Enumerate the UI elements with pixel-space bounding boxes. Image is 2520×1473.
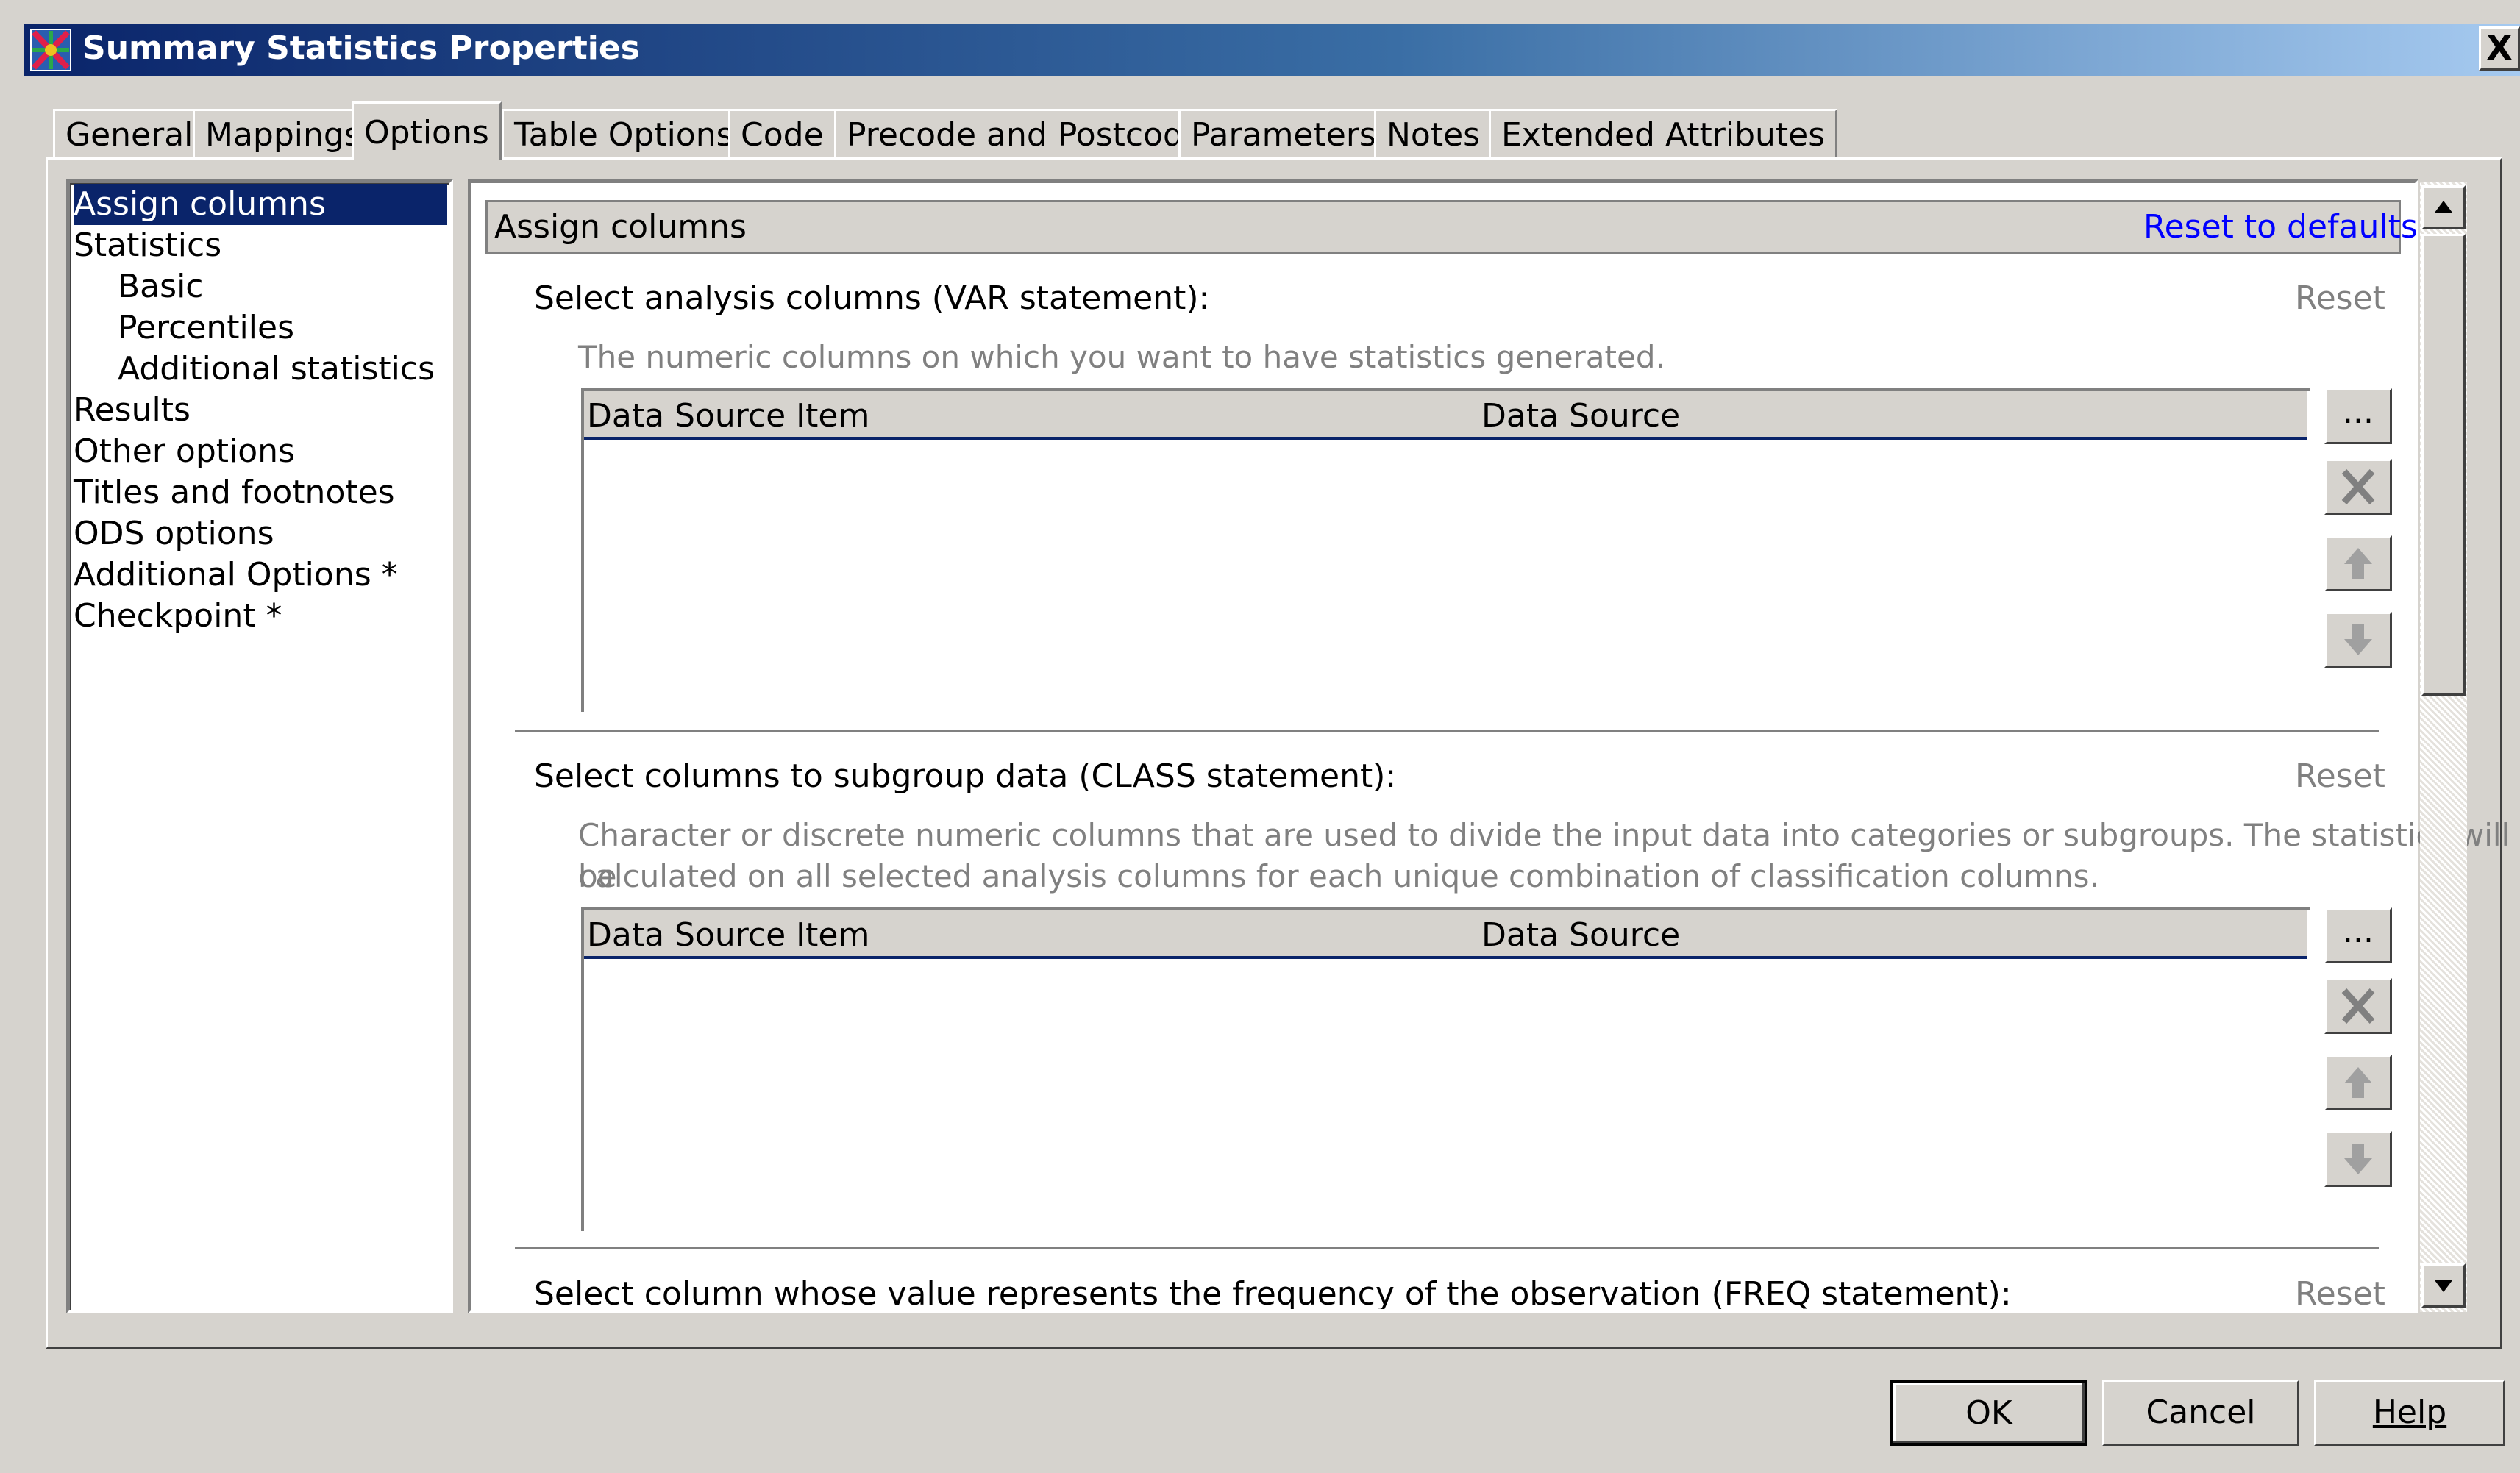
- var-grid-header: Data Source Item Data Source: [584, 391, 2307, 440]
- arrow-down-icon: [2344, 624, 2372, 655]
- class-browse-button[interactable]: ...: [2324, 907, 2392, 963]
- class-description-line2: calculated on all selected analysis colu…: [578, 858, 2099, 894]
- section-divider: [515, 1247, 2379, 1249]
- class-move-down-button[interactable]: [2324, 1131, 2392, 1187]
- var-reset-link[interactable]: Reset: [2295, 278, 2385, 319]
- var-section-label: Select analysis columns (VAR statement):: [534, 279, 1210, 317]
- scroll-up-button[interactable]: [2421, 185, 2466, 229]
- tab-table-options[interactable]: Table Options: [502, 109, 746, 157]
- window-title: Summary Statistics Properties: [82, 29, 640, 67]
- freq-reset-link[interactable]: Reset: [2295, 1274, 2385, 1309]
- scroll-down-arrow-icon: [2435, 1280, 2452, 1292]
- section-header: [485, 200, 2401, 254]
- arrow-down-icon: [2344, 1144, 2372, 1174]
- nav-item-other-options[interactable]: Other options: [74, 431, 295, 472]
- ellipsis-icon: ...: [2343, 393, 2374, 431]
- tab-code[interactable]: Code: [728, 109, 836, 157]
- nav-item-titles-footnotes[interactable]: Titles and footnotes: [74, 472, 395, 513]
- nav-item-checkpoint[interactable]: Checkpoint *: [74, 596, 282, 637]
- close-icon: X: [2486, 28, 2513, 68]
- section-title: Assign columns: [494, 208, 747, 246]
- tab-precode-postcode[interactable]: Precode and Postcode: [834, 109, 1216, 157]
- class-section-label: Select columns to subgroup data (CLASS s…: [534, 757, 1397, 795]
- freq-section-label: Select column whose value represents the…: [534, 1275, 2012, 1309]
- help-button[interactable]: Help: [2314, 1380, 2505, 1446]
- tab-extended-attributes[interactable]: Extended Attributes: [1489, 109, 1838, 157]
- tab-notes[interactable]: Notes: [1374, 109, 1493, 157]
- remove-x-icon: [2341, 988, 2375, 1024]
- class-reset-link[interactable]: Reset: [2295, 756, 2385, 797]
- ellipsis-icon: ...: [2343, 913, 2374, 950]
- nav-item-additional-options[interactable]: Additional Options *: [74, 554, 398, 596]
- arrow-up-icon: [2344, 1067, 2372, 1098]
- class-move-up-button[interactable]: [2324, 1055, 2392, 1110]
- reset-to-defaults-link[interactable]: Reset to defaults: [2143, 204, 2418, 250]
- close-button[interactable]: X: [2479, 26, 2520, 71]
- nav-item-ods-options[interactable]: ODS options: [74, 513, 274, 554]
- tab-parameters[interactable]: Parameters: [1178, 109, 1389, 157]
- nav-item-percentiles[interactable]: Percentiles: [118, 307, 294, 349]
- nav-item-statistics[interactable]: Statistics: [74, 225, 221, 266]
- nav-item-basic[interactable]: Basic: [118, 266, 204, 307]
- cancel-button[interactable]: Cancel: [2102, 1380, 2299, 1446]
- scrollbar-thumb[interactable]: [2421, 234, 2466, 696]
- remove-x-icon: [2341, 468, 2375, 505]
- column-header-data-source[interactable]: Data Source: [1481, 915, 1680, 956]
- nav-item-results[interactable]: Results: [74, 390, 191, 431]
- var-description: The numeric columns on which you want to…: [578, 339, 1665, 375]
- tab-general[interactable]: General: [53, 109, 206, 157]
- tab-options[interactable]: Options: [352, 101, 502, 160]
- var-remove-button[interactable]: [2324, 459, 2392, 515]
- column-header-data-source[interactable]: Data Source: [1481, 396, 1680, 437]
- arrow-up-icon: [2344, 548, 2372, 579]
- class-remove-button[interactable]: [2324, 978, 2392, 1034]
- tab-mappings[interactable]: Mappings: [193, 109, 374, 157]
- nav-item-additional-statistics[interactable]: Additional statistics: [118, 349, 435, 390]
- var-browse-button[interactable]: ...: [2324, 388, 2392, 444]
- scroll-up-arrow-icon: [2435, 201, 2452, 213]
- class-grid-header: Data Source Item Data Source: [584, 910, 2307, 959]
- ok-button[interactable]: OK: [1890, 1380, 2087, 1446]
- nav-item-assign-columns[interactable]: Assign columns: [74, 184, 447, 225]
- scroll-down-button[interactable]: [2421, 1263, 2466, 1308]
- var-move-down-button[interactable]: [2324, 612, 2392, 668]
- section-divider: [515, 730, 2379, 732]
- column-header-data-source-item[interactable]: Data Source Item: [587, 396, 869, 437]
- column-header-data-source-item[interactable]: Data Source Item: [587, 915, 869, 956]
- app-icon: [29, 28, 72, 72]
- var-move-up-button[interactable]: [2324, 535, 2392, 591]
